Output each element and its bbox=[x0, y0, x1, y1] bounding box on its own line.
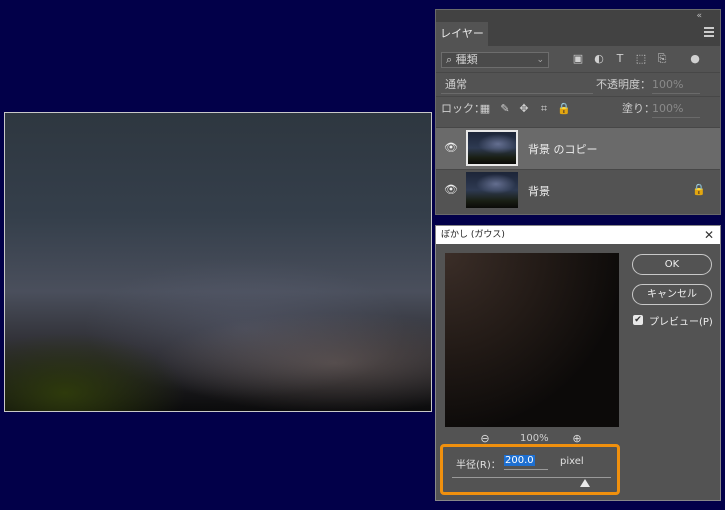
dialog-title: ぼかし (ガウス) bbox=[441, 230, 505, 240]
filter-kind-label: 種類 bbox=[455, 53, 478, 66]
panel-top-bar: « bbox=[436, 10, 720, 22]
lock-icon: 🔒 bbox=[692, 183, 706, 196]
adjustment-filter-icon[interactable]: ◐ bbox=[592, 52, 606, 66]
layer-row[interactable]: 👁 背景 のコピー bbox=[436, 127, 720, 169]
lock-position-icon[interactable]: ✥ bbox=[518, 103, 530, 115]
type-filter-icon[interactable]: T bbox=[613, 52, 627, 66]
lock-artboard-icon[interactable]: ⌗ bbox=[538, 103, 550, 115]
document-canvas[interactable] bbox=[4, 112, 432, 412]
blend-mode-select[interactable]: 通常 bbox=[441, 77, 593, 94]
opacity-label: 不透明度： bbox=[596, 78, 651, 91]
preview-checkbox[interactable]: ✔ bbox=[633, 315, 643, 325]
radius-slider-thumb[interactable] bbox=[580, 479, 590, 487]
blur-preview[interactable] bbox=[445, 253, 619, 427]
eye-icon[interactable]: 👁 bbox=[444, 184, 458, 196]
radius-input[interactable]: 200.0 bbox=[504, 455, 548, 470]
dialog-titlebar: ぼかし (ガウス) ✕ bbox=[436, 226, 720, 244]
panel-tab-row: レイヤー bbox=[436, 22, 720, 46]
layer-row[interactable]: 👁 背景 🔒 bbox=[436, 169, 720, 211]
lock-paint-icon[interactable]: ✎ bbox=[499, 103, 511, 115]
radius-label: 半径(R)： bbox=[456, 460, 501, 471]
search-icon: ⌕ bbox=[446, 53, 456, 66]
eye-icon[interactable]: 👁 bbox=[444, 142, 458, 154]
layers-panel: « レイヤー ⌕ 種類 ⌄ ▣ ◐ T ⬚ ⎘ ● 通常 不透明度： 100% … bbox=[435, 9, 721, 215]
blend-row: 通常 不透明度： 100% bbox=[436, 72, 720, 97]
filter-kind-select[interactable]: ⌕ 種類 ⌄ bbox=[441, 52, 549, 68]
close-icon[interactable]: ✕ bbox=[704, 226, 714, 244]
ok-button[interactable]: OK bbox=[632, 254, 712, 275]
cancel-button[interactable]: キャンセル bbox=[632, 284, 712, 305]
layer-name: 背景 のコピー bbox=[528, 143, 598, 156]
layer-name: 背景 bbox=[528, 185, 550, 198]
filter-row: ⌕ 種類 ⌄ ▣ ◐ T ⬚ ⎘ ● bbox=[436, 46, 720, 72]
radius-control: 半径(R)： 200.0 pixel bbox=[440, 444, 620, 495]
tab-layers[interactable]: レイヤー bbox=[436, 22, 488, 46]
panel-menu-icon[interactable] bbox=[704, 27, 714, 39]
collapse-icon[interactable]: « bbox=[696, 10, 702, 22]
radius-value: 200.0 bbox=[504, 455, 535, 466]
layer-thumbnail bbox=[466, 130, 518, 166]
fill-field[interactable]: 100% bbox=[652, 101, 700, 118]
lock-all-icon[interactable]: 🔒 bbox=[557, 103, 571, 115]
layer-thumbnail bbox=[466, 172, 518, 208]
pixel-filter-icon[interactable]: ▣ bbox=[571, 52, 585, 66]
radius-unit: pixel bbox=[560, 456, 584, 467]
lock-transparency-icon[interactable]: ▦ bbox=[479, 103, 491, 115]
preview-label: プレビュー(P) bbox=[649, 317, 713, 328]
opacity-field[interactable]: 100% bbox=[652, 77, 700, 94]
lock-row: ロック： ▦ ✎ ✥ ⌗ 🔒 塗り： 100% bbox=[436, 96, 720, 121]
filter-toggle-icon[interactable]: ● bbox=[688, 52, 702, 66]
shape-filter-icon[interactable]: ⬚ bbox=[634, 52, 648, 66]
smart-object-filter-icon[interactable]: ⎘ bbox=[655, 52, 669, 66]
radius-slider-track[interactable] bbox=[452, 477, 611, 478]
fill-label: 塗り： bbox=[622, 102, 655, 115]
chevron-down-icon: ⌄ bbox=[536, 55, 544, 65]
